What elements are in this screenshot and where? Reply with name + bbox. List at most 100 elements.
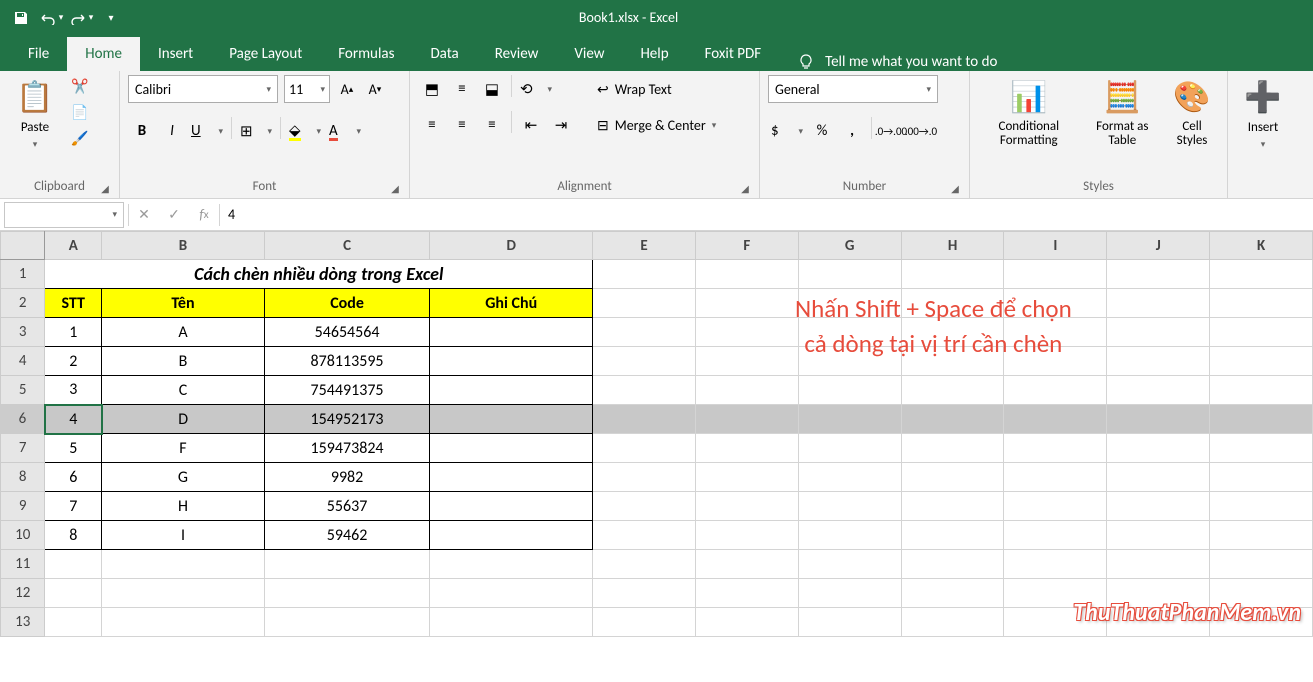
clipboard-launcher[interactable]: ◢	[99, 182, 111, 194]
cell[interactable]	[1107, 347, 1210, 376]
insert-cells-button[interactable]: ➕Insert▾	[1236, 75, 1290, 154]
cell[interactable]	[102, 550, 265, 579]
cell[interactable]	[695, 260, 798, 289]
cell[interactable]	[695, 434, 798, 463]
cell[interactable]	[901, 434, 1004, 463]
cell[interactable]	[1210, 550, 1313, 579]
cell[interactable]	[1004, 405, 1107, 434]
paste-button[interactable]: 📋 Paste ▾	[8, 75, 62, 154]
cell[interactable]	[593, 579, 696, 608]
align-center-button[interactable]: ≡	[448, 111, 476, 139]
cell[interactable]	[1107, 405, 1210, 434]
cell[interactable]: 878113595	[264, 347, 429, 376]
column-header[interactable]: B	[102, 232, 265, 260]
cell[interactable]	[1210, 463, 1313, 492]
cell[interactable]	[593, 405, 696, 434]
cell[interactable]	[695, 318, 798, 347]
cell[interactable]	[695, 492, 798, 521]
cell[interactable]: A	[102, 318, 265, 347]
formula-input[interactable]	[220, 202, 1313, 228]
increase-font-button[interactable]: A▴	[336, 75, 358, 103]
cell[interactable]	[1107, 376, 1210, 405]
cell[interactable]	[593, 289, 696, 318]
insert-function-button[interactable]: fx	[189, 202, 219, 228]
cell[interactable]: C	[102, 376, 265, 405]
row-header[interactable]: 8	[1, 463, 45, 492]
cell[interactable]	[901, 405, 1004, 434]
cell[interactable]	[430, 347, 593, 376]
cell[interactable]	[264, 608, 429, 637]
row-header[interactable]: 11	[1, 550, 45, 579]
tab-foxit-pdf[interactable]: Foxit PDF	[687, 37, 780, 71]
cell[interactable]	[798, 376, 901, 405]
cell[interactable]: 6	[45, 463, 102, 492]
cell[interactable]	[430, 405, 593, 434]
column-header[interactable]: C	[264, 232, 429, 260]
cell[interactable]	[593, 521, 696, 550]
tab-formulas[interactable]: Formulas	[320, 37, 412, 71]
align-left-button[interactable]: ≡	[418, 111, 446, 139]
tab-home[interactable]: Home	[67, 37, 140, 71]
cell[interactable]	[593, 376, 696, 405]
format-as-table-button[interactable]: 🧮Format as Table	[1086, 75, 1159, 153]
cell[interactable]: 59462	[264, 521, 429, 550]
cancel-formula-button[interactable]: ✕	[129, 202, 159, 228]
cell[interactable]	[593, 463, 696, 492]
cell[interactable]	[593, 492, 696, 521]
merge-center-button[interactable]: ⊟Merge & Center▾	[589, 111, 724, 139]
font-name-combo[interactable]: Calibri▾	[128, 75, 278, 103]
row-header[interactable]: 6	[1, 405, 45, 434]
cell[interactable]	[1107, 463, 1210, 492]
cell[interactable]	[1210, 405, 1313, 434]
undo-button[interactable]: ▾	[38, 5, 64, 31]
cell[interactable]: 7	[45, 492, 102, 521]
cell[interactable]	[1210, 376, 1313, 405]
cell[interactable]: Tên	[102, 289, 265, 318]
cell[interactable]	[593, 347, 696, 376]
cell[interactable]	[798, 405, 901, 434]
cell[interactable]: Ghi Chú	[430, 289, 593, 318]
borders-button[interactable]: ⊞▾	[237, 117, 275, 145]
cell[interactable]	[430, 434, 593, 463]
cell[interactable]	[430, 318, 593, 347]
name-box[interactable]: ▾	[4, 202, 124, 228]
qat-customize[interactable]: ▾	[98, 5, 124, 31]
cell[interactable]	[901, 550, 1004, 579]
cell[interactable]	[102, 579, 265, 608]
tab-help[interactable]: Help	[622, 37, 686, 71]
cell[interactable]	[1004, 492, 1107, 521]
cell[interactable]	[901, 463, 1004, 492]
select-all-corner[interactable]	[1, 232, 45, 260]
cell[interactable]	[45, 550, 102, 579]
cell[interactable]	[1107, 521, 1210, 550]
column-header[interactable]: F	[695, 232, 798, 260]
cell[interactable]: 154952173	[264, 405, 429, 434]
cell[interactable]	[1107, 289, 1210, 318]
increase-decimal-button[interactable]: .0→.00	[877, 117, 905, 145]
cell[interactable]	[798, 579, 901, 608]
cell[interactable]	[430, 376, 593, 405]
cell[interactable]	[593, 550, 696, 579]
column-header[interactable]: G	[798, 232, 901, 260]
cell[interactable]	[695, 405, 798, 434]
row-header[interactable]: 9	[1, 492, 45, 521]
enter-formula-button[interactable]: ✓	[159, 202, 189, 228]
cell[interactable]	[901, 521, 1004, 550]
cell[interactable]	[1004, 550, 1107, 579]
cell[interactable]: 9982	[264, 463, 429, 492]
cell[interactable]	[798, 550, 901, 579]
cell[interactable]	[1107, 260, 1210, 289]
cut-button[interactable]: ✂️	[68, 75, 92, 97]
cell[interactable]: F	[102, 434, 265, 463]
cell[interactable]	[798, 492, 901, 521]
cell[interactable]	[264, 579, 429, 608]
cell[interactable]	[1107, 492, 1210, 521]
cell[interactable]	[695, 463, 798, 492]
cell[interactable]	[1210, 289, 1313, 318]
bold-button[interactable]: B	[128, 117, 156, 145]
wrap-text-button[interactable]: ↩Wrap Text	[589, 75, 724, 103]
row-header[interactable]: 12	[1, 579, 45, 608]
cell[interactable]	[1004, 376, 1107, 405]
row-header[interactable]: 5	[1, 376, 45, 405]
tab-data[interactable]: Data	[412, 37, 476, 71]
